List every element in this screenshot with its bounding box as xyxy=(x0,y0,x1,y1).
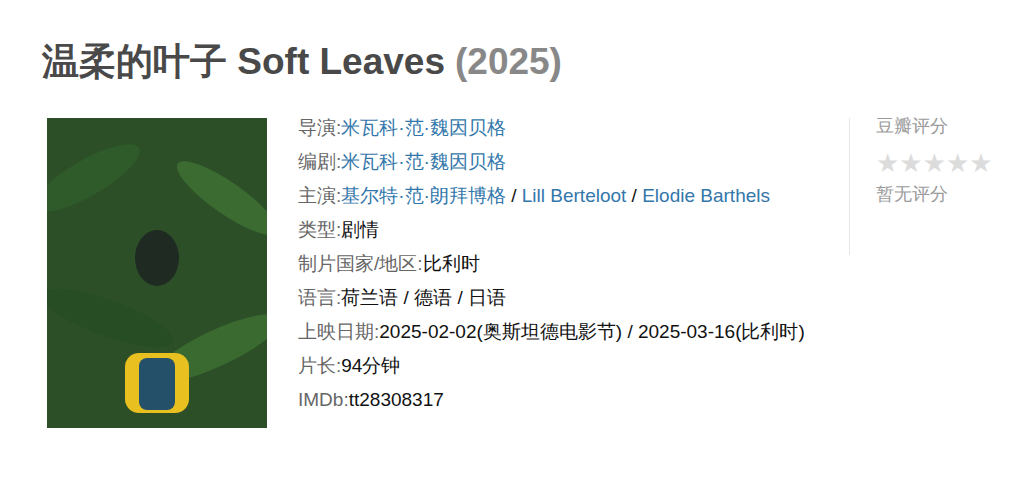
info-label: 导演: xyxy=(298,117,341,138)
info-link[interactable]: 米瓦科·范·魏因贝格 xyxy=(341,151,506,172)
info-row: 主演:基尔特·范·朗拜博格 / Lill Berteloot / Elodie … xyxy=(298,179,833,213)
movie-page: 温柔的叶子 Soft Leaves(2025)导演:米瓦科·范·魏因贝格编剧:米… xyxy=(0,0,1024,484)
star-icon: ★ xyxy=(946,148,969,178)
info-value: 荷兰语 / 德语 / 日语 xyxy=(341,287,506,308)
title-text: 温柔的叶子 Soft Leaves xyxy=(42,41,445,82)
info-label: 主演: xyxy=(298,185,341,206)
info-label: 制片国家/地区: xyxy=(298,253,423,274)
star-icon: ★ xyxy=(876,148,899,178)
info-row: 导演:米瓦科·范·魏因贝格 xyxy=(298,111,833,145)
year-text: (2025) xyxy=(455,41,562,82)
info-row: 编剧:米瓦科·范·魏因贝格 xyxy=(298,145,833,179)
poster-image[interactable] xyxy=(47,118,267,428)
rating-status: 暂无评分 xyxy=(876,182,993,206)
info-list: 导演:米瓦科·范·魏因贝格编剧:米瓦科·范·魏因贝格主演:基尔特·范·朗拜博格 … xyxy=(298,111,833,417)
star-icon: ★ xyxy=(969,148,992,178)
info-value: 比利时 xyxy=(423,253,480,274)
separator: / xyxy=(506,185,522,206)
info-link[interactable]: Lill Berteloot xyxy=(522,185,627,206)
info-value: 剧情 xyxy=(341,219,379,240)
info-row: 上映日期:2025-02-02(奥斯坦德电影节) / 2025-03-16(比利… xyxy=(298,315,833,349)
info-row: 片长:94分钟 xyxy=(298,349,833,383)
movie-title: 温柔的叶子 Soft Leaves(2025) xyxy=(42,36,1004,88)
rating-label: 豆瓣评分 xyxy=(876,114,993,138)
separator: / xyxy=(626,185,642,206)
star-icon: ★ xyxy=(899,148,922,178)
info-link[interactable]: 基尔特·范·朗拜博格 xyxy=(341,185,506,206)
subject-section: 导演:米瓦科·范·魏因贝格编剧:米瓦科·范·魏因贝格主演:基尔特·范·朗拜博格 … xyxy=(42,118,1004,428)
info-link[interactable]: Elodie Barthels xyxy=(642,185,770,206)
info-value: 2025-02-02(奥斯坦德电影节) / 2025-03-16(比利时) xyxy=(379,321,805,342)
info-label: 编剧: xyxy=(298,151,341,172)
info-label: 上映日期: xyxy=(298,321,379,342)
info-label: 类型: xyxy=(298,219,341,240)
info-value: 94分钟 xyxy=(341,355,400,376)
info-row: 语言:荷兰语 / 德语 / 日语 xyxy=(298,281,833,315)
star-icon: ★ xyxy=(923,148,946,178)
info-link[interactable]: 米瓦科·范·魏因贝格 xyxy=(341,117,506,138)
info-value: tt28308317 xyxy=(349,389,444,410)
fern-leaves-icon xyxy=(47,118,267,428)
info-row: IMDb:tt28308317 xyxy=(298,383,833,417)
info-label: 语言: xyxy=(298,287,341,308)
info-label: IMDb: xyxy=(298,389,349,410)
info-row: 类型:剧情 xyxy=(298,213,833,247)
info-row: 制片国家/地区:比利时 xyxy=(298,247,833,281)
info-label: 片长: xyxy=(298,355,341,376)
rating-stars: ★★★★★ xyxy=(876,148,993,178)
rating-panel: 豆瓣评分★★★★★暂无评分 xyxy=(849,118,993,255)
